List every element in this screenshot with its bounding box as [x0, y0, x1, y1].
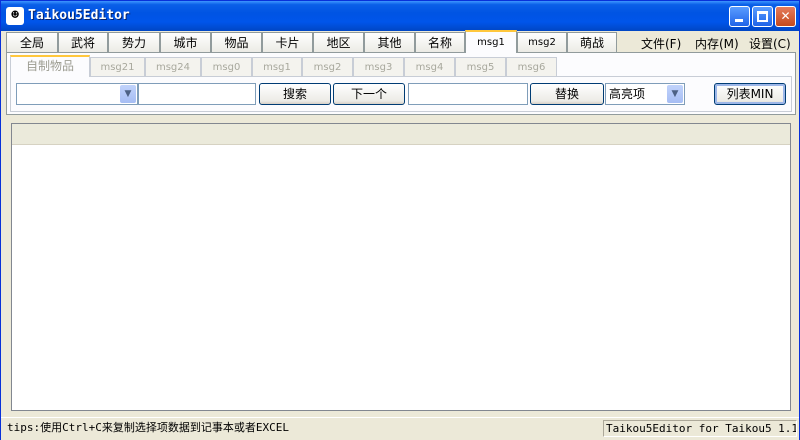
highlight-select-value: 高亮项 — [609, 87, 646, 101]
tab-cards[interactable]: 卡片 — [262, 32, 313, 52]
maximize-icon — [757, 11, 768, 22]
subtab-msg21[interactable]: msg21 — [90, 57, 145, 77]
maximize-button[interactable] — [752, 6, 773, 27]
subtab-msg1[interactable]: msg1 — [252, 57, 302, 77]
menu-file[interactable]: 文件(F) — [641, 35, 681, 52]
subtab-msg6[interactable]: msg6 — [506, 57, 557, 77]
data-grid[interactable] — [11, 123, 791, 411]
status-tips: tips:使用Ctrl+C来复制选择项数据到记事本或者EXCEL — [7, 421, 289, 434]
subtab-msg3[interactable]: msg3 — [353, 57, 404, 77]
replace-button[interactable]: 替换 — [530, 83, 604, 105]
tab-moe-battle[interactable]: 萌战 — [567, 32, 617, 52]
tab-regions[interactable]: 地区 — [313, 32, 364, 52]
menu-memory[interactable]: 内存(M) — [695, 35, 739, 52]
subtab-msg5[interactable]: msg5 — [455, 57, 506, 77]
tab-cities[interactable]: 城市 — [160, 32, 211, 52]
tab-global[interactable]: 全局 — [6, 32, 58, 52]
tab-panel: 自制物品 msg21 msg24 msg0 msg1 msg2 msg3 msg… — [6, 52, 796, 115]
tab-factions[interactable]: 势力 — [108, 32, 160, 52]
close-button[interactable]: ✕ — [775, 6, 796, 27]
tab-other[interactable]: 其他 — [364, 32, 415, 52]
subtab-msg24[interactable]: msg24 — [145, 57, 201, 77]
panda-icon[interactable]: ☻ — [6, 7, 24, 25]
subtab-msg0[interactable]: msg0 — [201, 57, 252, 77]
tab-names[interactable]: 名称 — [415, 32, 465, 52]
chevron-down-icon[interactable]: ▼ — [120, 85, 136, 103]
status-version: Taikou5Editor for Taikou5 1.1.X — [603, 420, 797, 437]
search-button[interactable]: 搜索 — [259, 83, 331, 105]
tab-generals[interactable]: 武将 — [58, 32, 108, 52]
list-min-button[interactable]: 列表MIN — [714, 83, 786, 105]
replace-input[interactable] — [408, 83, 528, 105]
field-select[interactable]: ▼ — [16, 83, 138, 105]
subtab-custom-items[interactable]: 自制物品 — [10, 55, 90, 77]
highlight-select[interactable]: 高亮项 ▼ — [605, 83, 685, 105]
minimize-button[interactable] — [729, 6, 750, 27]
title-bar[interactable]: ☻ Taikou5Editor ✕ — [1, 1, 799, 31]
subtab-msg4[interactable]: msg4 — [404, 57, 455, 77]
tab-msg2[interactable]: msg2 — [517, 32, 567, 52]
toolbar: ▼ 搜索 下一个 替换 高亮项 ▼ 列表MIN — [10, 76, 792, 112]
search-input[interactable] — [138, 83, 256, 105]
main-window: ☻ Taikou5Editor ✕ 全局 武将 势力 城市 物品 卡片 地区 其… — [0, 0, 800, 440]
status-bar: tips:使用Ctrl+C来复制选择项数据到记事本或者EXCEL Taikou5… — [1, 417, 799, 440]
chevron-down-icon[interactable]: ▼ — [667, 85, 683, 103]
next-button[interactable]: 下一个 — [333, 83, 405, 105]
close-icon: ✕ — [780, 9, 791, 23]
tab-items[interactable]: 物品 — [211, 32, 262, 52]
minimize-icon — [735, 19, 743, 22]
grid-header — [12, 124, 790, 145]
tab-msg1[interactable]: msg1 — [465, 30, 517, 53]
subtab-msg2[interactable]: msg2 — [302, 57, 353, 77]
menu-settings[interactable]: 设置(C) — [749, 35, 791, 52]
window-title: Taikou5Editor — [28, 8, 130, 23]
